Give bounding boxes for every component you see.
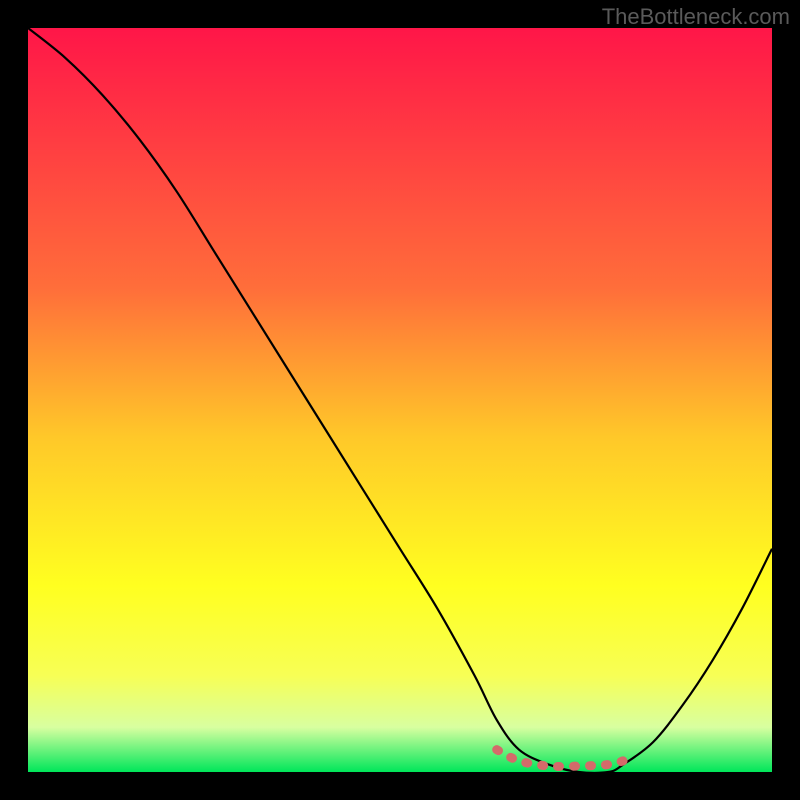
chart-curve-layer — [28, 28, 772, 772]
optimal-range-marker — [497, 750, 623, 767]
watermark-label: TheBottleneck.com — [602, 4, 790, 30]
bottleneck-curve — [28, 28, 772, 772]
plot-area — [28, 28, 772, 772]
